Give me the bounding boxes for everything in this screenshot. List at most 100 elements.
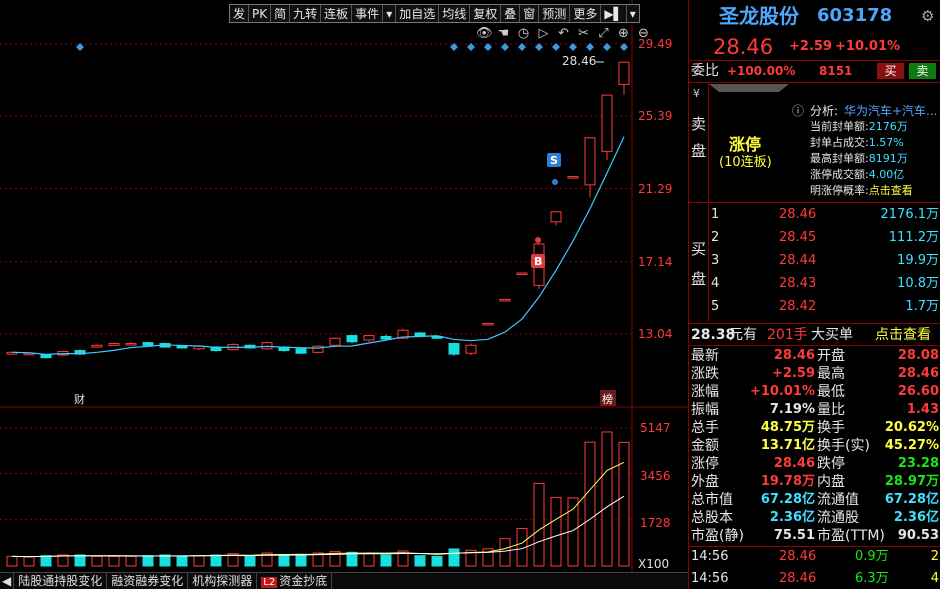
candlestick[interactable] (550, 211, 562, 226)
volume-bar[interactable] (91, 555, 103, 567)
clock-icon[interactable]: ◷ (516, 26, 531, 41)
undo-icon[interactable]: ↶ (556, 26, 571, 41)
candlestick[interactable] (482, 322, 494, 326)
stat-label: 最低 (817, 384, 845, 400)
toolbar-forecast[interactable]: 预测 (539, 5, 571, 22)
volume-bar[interactable] (431, 555, 443, 567)
tab-capital-bottom-fishing[interactable]: L2 资金抄底 (257, 573, 333, 589)
volume-bar[interactable] (193, 555, 205, 567)
candlestick[interactable] (261, 341, 273, 350)
candlestick[interactable] (108, 342, 120, 347)
candlestick[interactable] (295, 347, 307, 355)
toolbar-more[interactable]: 更多 (570, 5, 602, 22)
candlestick[interactable] (567, 176, 579, 179)
event-diamond-icon[interactable] (501, 43, 509, 51)
volume-bar[interactable] (176, 555, 188, 567)
analysis-text[interactable]: 华为汽车+汽车... (844, 102, 939, 119)
financial-report-tag[interactable]: 财 (74, 392, 85, 406)
stat-value: 28.46 (773, 348, 815, 363)
zoom-in-icon[interactable]: ⊕ (616, 26, 631, 41)
candlestick[interactable] (346, 334, 358, 344)
ranking-tag[interactable]: 榜 (602, 392, 613, 406)
toolbar-events[interactable]: 事件 (352, 5, 384, 22)
toolbar-window[interactable]: 窗 (520, 5, 540, 22)
expand-icon[interactable]: ⤢ (596, 26, 611, 41)
volume-bar[interactable] (6, 555, 18, 567)
sell-button[interactable]: 卖 (909, 63, 936, 79)
candlestick[interactable] (125, 341, 137, 346)
volume-bar[interactable] (618, 441, 630, 567)
tab-institution-detector[interactable]: 机构探测器 (188, 573, 258, 589)
event-diamond-icon[interactable] (586, 43, 594, 51)
event-diamond-icon[interactable] (603, 43, 611, 51)
volume-bar[interactable] (74, 554, 86, 567)
volume-bar[interactable] (584, 441, 596, 567)
buy-book-row[interactable]: 2 28.45 111.2万 (689, 229, 940, 247)
toolbar-events-dropdown-icon[interactable]: ▾ (383, 5, 397, 22)
volume-bar[interactable] (210, 554, 222, 567)
volume-bar[interactable] (380, 554, 392, 567)
buy-book-row[interactable]: 4 28.43 10.8万 (689, 275, 940, 293)
volume-bar[interactable] (278, 554, 290, 567)
volume-bar[interactable] (550, 496, 562, 567)
stat-value: 28.46 (897, 366, 939, 381)
candlestick[interactable] (448, 342, 460, 356)
volume-bar[interactable] (499, 538, 511, 567)
hand-icon[interactable]: ☚ (496, 26, 511, 41)
collapse-arrow[interactable] (709, 84, 789, 102)
toolbar-menu-dropdown-icon[interactable]: ▾ (627, 5, 639, 22)
volume-bar[interactable] (40, 555, 52, 567)
toolbar-pk[interactable]: PK (249, 5, 272, 22)
volume-bar[interactable] (414, 555, 426, 567)
candlestick[interactable] (312, 345, 324, 354)
kline-chart[interactable]: 29.49 25.39 21.29 17.14 13.04 28.46 S B … (0, 0, 688, 572)
candlestick[interactable] (516, 272, 528, 276)
volume-bar[interactable] (363, 553, 375, 567)
toolbar-add-watchlist[interactable]: 加自选 (396, 5, 440, 22)
volume-bar[interactable] (23, 556, 35, 567)
seal-row[interactable]: 明涨停概率:点击查看 (810, 183, 940, 199)
candlestick[interactable] (91, 344, 103, 348)
volume-bar[interactable] (108, 555, 120, 567)
candlestick[interactable] (363, 334, 375, 342)
buy-book-row[interactable]: 3 28.44 19.9万 (689, 252, 940, 270)
toolbar-overlay[interactable]: 叠 (501, 5, 521, 22)
candlestick[interactable] (618, 61, 630, 95)
buy-book-row[interactable]: 5 28.42 1.7万 (689, 298, 940, 316)
event-diamond-icon[interactable] (518, 43, 526, 51)
candlestick[interactable] (465, 343, 477, 355)
volume-bar[interactable] (295, 553, 307, 567)
toolbar-simple[interactable]: 简 (271, 5, 291, 22)
volume-bar[interactable] (601, 431, 613, 567)
toolbar-consecutive-boards[interactable]: 连板 (321, 5, 353, 22)
toolbar-play-icon[interactable]: ▶▌ (601, 5, 627, 22)
volume-bar[interactable] (244, 555, 256, 567)
volume-bar[interactable] (533, 482, 545, 567)
buy-book-row[interactable]: 1 28.46 2176.1万 (689, 206, 940, 224)
volume-bar[interactable] (125, 555, 137, 567)
tab-margin-trading[interactable]: 融资融券变化 (107, 573, 189, 589)
play-icon[interactable]: ▷ (536, 26, 551, 41)
candlestick[interactable] (601, 94, 613, 161)
toolbar-fa[interactable]: 发 (230, 5, 250, 22)
eye-icon[interactable]: 👁 (476, 26, 493, 41)
event-diamond-icon[interactable] (552, 43, 560, 51)
toolbar-adjust[interactable]: 复权 (470, 5, 502, 22)
event-diamond-icon[interactable] (467, 43, 475, 51)
volume-bar[interactable] (159, 554, 171, 567)
gear-icon[interactable]: ⚙ (921, 4, 934, 28)
buy-button[interactable]: 买 (877, 63, 904, 79)
kline-chart-area[interactable]: 29.49 25.39 21.29 17.14 13.04 28.46 S B … (0, 0, 688, 572)
tab-northbound-holdings[interactable]: 陆股通持股变化 (14, 573, 108, 589)
zoom-out-icon[interactable]: ⊖ (636, 26, 651, 41)
candlestick[interactable] (499, 298, 511, 302)
big-order-link[interactable]: 点击查看 (875, 326, 931, 344)
event-diamond-icon[interactable] (76, 43, 84, 51)
tab-arrow-left-icon[interactable]: ◀ (0, 573, 15, 589)
toolbar-moving-average[interactable]: 均线 (439, 5, 471, 22)
volume-bar[interactable] (142, 555, 154, 567)
scissors-icon[interactable]: ✂ (576, 26, 591, 41)
volume-bar[interactable] (57, 554, 69, 567)
volume-bar[interactable] (448, 548, 460, 567)
toolbar-nine-turn[interactable]: 九转 (290, 5, 322, 22)
